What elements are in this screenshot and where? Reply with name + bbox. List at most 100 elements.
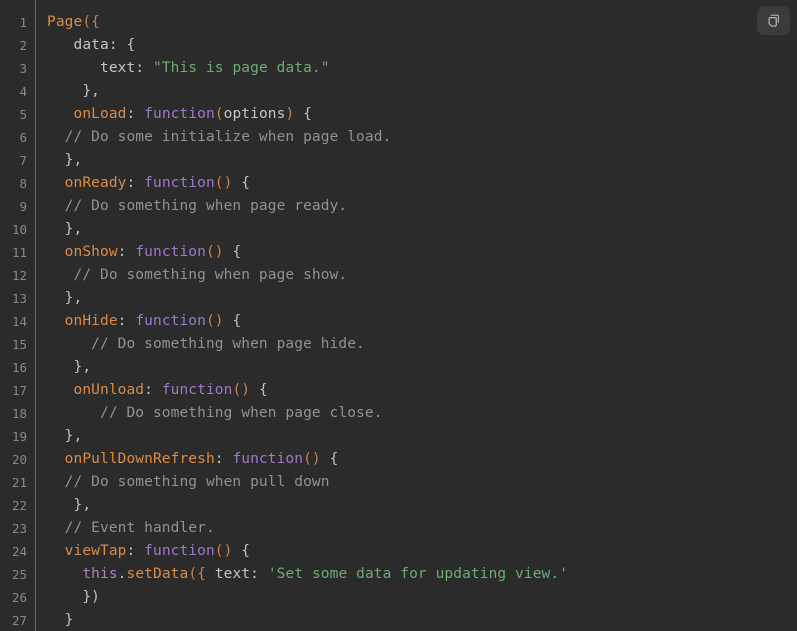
code-token-keyword: function — [161, 382, 233, 398]
code-token-comment: // Do something when page ready. — [64, 198, 348, 214]
line-number: 18 — [11, 406, 27, 421]
code-token-brace: }, — [47, 221, 83, 237]
code-token-keyword: function — [232, 451, 304, 467]
line-number: 4 — [19, 84, 27, 99]
code-line: onHide: function() { — [47, 310, 797, 333]
code-line: }, — [47, 149, 797, 172]
code-token-plain: options — [223, 106, 286, 122]
code-token-punct: : — [250, 566, 268, 582]
code-token-punct: : — [214, 451, 233, 467]
code-token-punct: : — [117, 313, 136, 329]
line-number: 17 — [11, 383, 27, 398]
line-number: 14 — [11, 314, 27, 329]
code-token-paren: ({ — [188, 566, 206, 582]
line-number: 21 — [11, 475, 27, 490]
line-number: 13 — [11, 291, 27, 306]
line-number: 8 — [19, 176, 27, 191]
code-token-paren: () — [232, 382, 251, 398]
code-token-this: this — [82, 566, 118, 582]
code-token-punct: : — [144, 382, 162, 398]
line-number: 27 — [11, 613, 27, 628]
code-token-punct: . — [117, 566, 127, 582]
code-line: // Do some initialize when page load. — [47, 126, 797, 149]
copy-code-button[interactable] — [757, 6, 790, 35]
line-number: 23 — [11, 521, 27, 536]
code-token-paren: () — [303, 451, 321, 467]
code-line: }, — [47, 218, 797, 241]
code-token-prop: onLoad — [73, 106, 127, 122]
code-token-brace: { — [294, 106, 312, 122]
code-line: onReady: function() { — [47, 172, 797, 195]
code-token-punct: : — [126, 175, 145, 191]
line-number: 3 — [19, 61, 27, 76]
line-number: 16 — [11, 360, 27, 375]
code-token-brace: { — [250, 382, 268, 398]
code-line: onShow: function() { — [47, 241, 797, 264]
code-line: }, — [47, 356, 797, 379]
code-line: }, — [47, 80, 797, 103]
code-line: onUnload: function() { — [47, 379, 797, 402]
code-token-keyword: function — [135, 244, 206, 260]
line-number: 19 — [11, 429, 27, 444]
line-number: 5 — [19, 107, 27, 122]
code-token-paren: () — [205, 244, 224, 260]
code-token-keyword: function — [144, 175, 215, 191]
code-editor: 1 2 3 4 5 6 7 8 9 10 11 12 13 14 15 16 17 18 19 20 21 22 23 24 2… — [0, 0, 797, 631]
code-line: // Do something when pull down — [47, 471, 797, 494]
code-token-method: setData — [126, 566, 189, 582]
line-number: 12 — [11, 268, 27, 283]
code-line: // Do something when page ready. — [47, 195, 797, 218]
code-token-brace: { — [223, 244, 242, 260]
code-line-list: Page({ data: { text: "This is page data.… — [47, 11, 797, 631]
code-line: Page({ — [47, 11, 797, 34]
code-content-area[interactable]: Page({ data: { text: "This is page data.… — [36, 0, 797, 631]
line-number-gutter: 1 2 3 4 5 6 7 8 9 10 11 12 13 14 15 16 17 18 19 20 21 22 23 24 2… — [0, 0, 36, 631]
code-token-paren: ) — [285, 106, 295, 122]
code-token-punct: : { — [108, 37, 136, 53]
line-number: 7 — [19, 153, 27, 168]
code-line: onLoad: function(options) { — [47, 103, 797, 126]
code-token-comment: // Do something when pull down — [64, 474, 330, 490]
code-token-brace: }, — [47, 359, 92, 375]
code-token-keyword: function — [135, 313, 206, 329]
code-token-brace: { — [232, 543, 251, 559]
line-number: 24 — [11, 544, 27, 559]
line-number: 9 — [19, 199, 27, 214]
code-token-brace: }, — [47, 83, 100, 99]
code-line: text: "This is page data." — [47, 57, 797, 80]
code-token-punct: : — [135, 60, 153, 76]
code-line: }, — [47, 494, 797, 517]
line-number: 10 — [11, 222, 27, 237]
code-token-prop: viewTap — [64, 543, 127, 559]
code-token-prop: onReady — [64, 175, 127, 191]
code-token-brace: }, — [47, 428, 83, 444]
code-token-brace: { — [232, 175, 251, 191]
code-token-brace: }, — [47, 497, 92, 513]
code-line: this.setData({ text: 'Set some data for … — [47, 563, 797, 586]
line-number: 26 — [11, 590, 27, 605]
code-line: // Event handler. — [47, 517, 797, 540]
code-token-punct: : — [126, 543, 145, 559]
code-line: // Do something when page hide. — [47, 333, 797, 356]
code-token-keyword: function — [144, 106, 215, 122]
line-number: 1 — [19, 15, 27, 30]
line-number: 25 — [11, 567, 27, 582]
line-number: 20 — [11, 452, 27, 467]
line-number: 2 — [19, 38, 27, 53]
line-number: 22 — [11, 498, 27, 513]
code-token-plain: data — [73, 37, 109, 53]
code-token-prop: Page — [47, 14, 83, 30]
code-line: // Do something when page show. — [47, 264, 797, 287]
code-token-string: 'Set some data for updating view.' — [267, 566, 569, 582]
code-token-brace: }, — [47, 152, 83, 168]
